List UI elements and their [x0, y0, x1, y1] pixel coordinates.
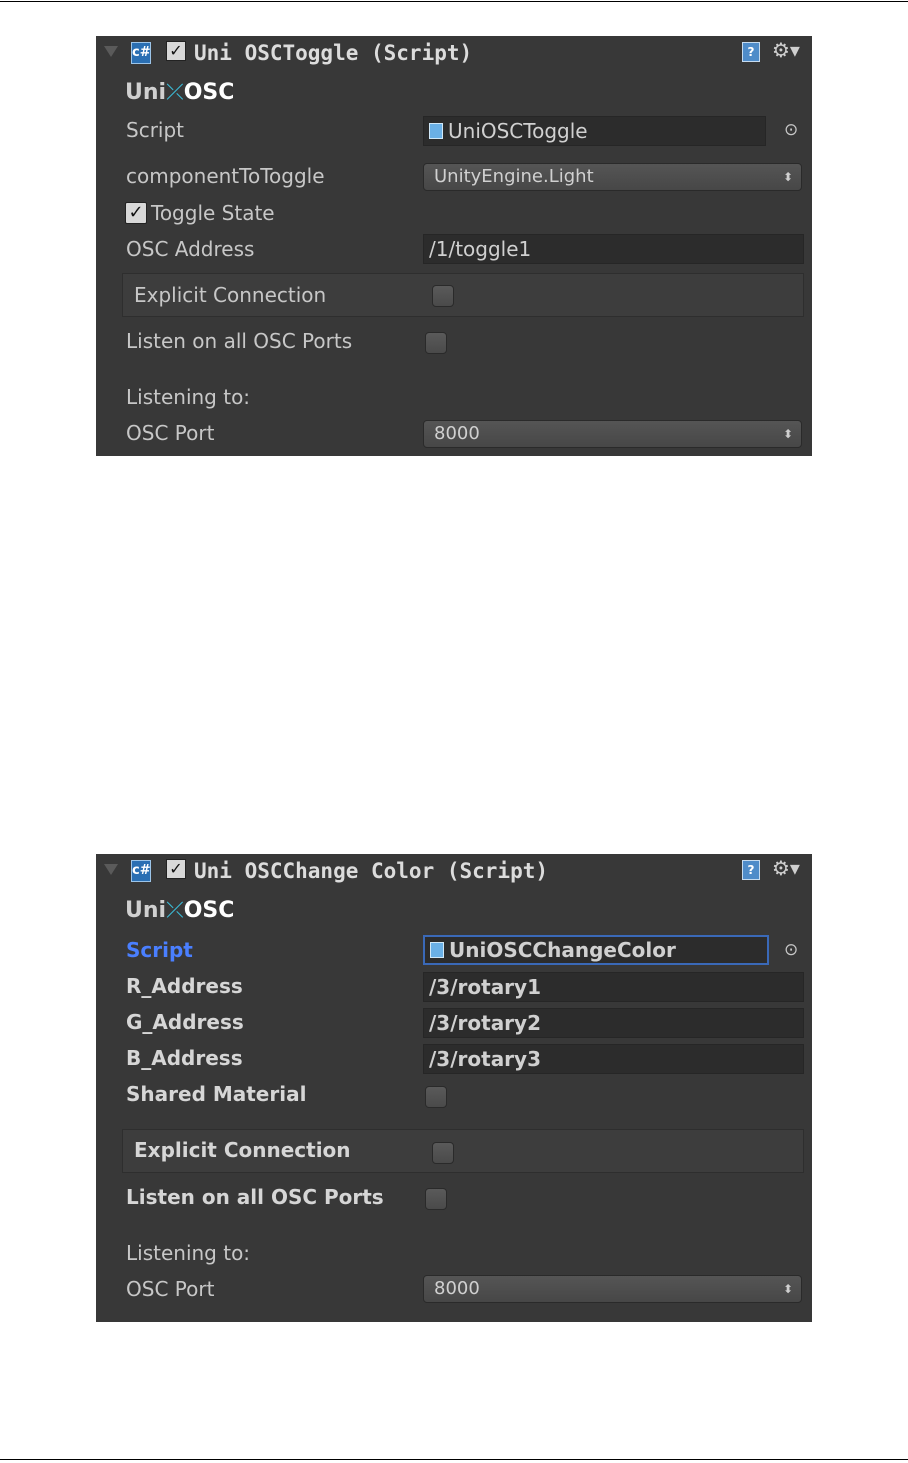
- explicit-connection-label: Explicit Connection: [134, 283, 327, 307]
- logo-uni-text: Uni: [125, 80, 167, 105]
- dropdown-arrows-icon: ⬍: [782, 1282, 793, 1296]
- script-label: Script: [126, 118, 185, 142]
- explicit-connection-checkbox[interactable]: [432, 285, 454, 307]
- logo-mark-icon: ⤫: [166, 898, 184, 923]
- listen-all-ports-label: Listen on all OSC Ports: [126, 329, 353, 353]
- foldout-arrow-icon[interactable]: [104, 46, 118, 57]
- component-header[interactable]: c# ✓ Uni OSCToggle (Script) ? ⚙▾: [96, 36, 812, 72]
- component-to-toggle-value: UnityEngine.Light: [434, 166, 594, 187]
- osc-port-label: OSC Port: [126, 1277, 215, 1301]
- object-picker-icon[interactable]: ⊙: [784, 117, 798, 143]
- listen-all-ports-checkbox[interactable]: [425, 1188, 447, 1210]
- listening-to-label: Listening to:: [126, 1241, 251, 1265]
- script-field-value: UniOSCChangeColor: [449, 938, 676, 962]
- osc-address-label: OSC Address: [126, 237, 255, 261]
- osc-port-value: 8000: [434, 423, 480, 444]
- osc-port-label: OSC Port: [126, 421, 215, 445]
- script-label: Script: [126, 938, 193, 962]
- inspector-panel-toggle: c# ✓ Uni OSCToggle (Script) ? ⚙▾ Uni⤫OSC…: [96, 36, 812, 456]
- top-page-rule: [0, 1, 908, 2]
- dropdown-arrows-icon: ⬍: [782, 427, 793, 441]
- gear-icon[interactable]: ⚙▾: [772, 38, 800, 62]
- component-enabled-checkbox[interactable]: ✓: [166, 859, 186, 879]
- component-enabled-checkbox[interactable]: ✓: [166, 41, 186, 61]
- script-field-value: UniOSCToggle: [448, 119, 588, 143]
- logo-osc-text: OSC: [183, 898, 235, 923]
- b-address-input[interactable]: /3/rotary3: [423, 1044, 804, 1074]
- osc-port-dropdown[interactable]: 8000 ⬍: [423, 1275, 802, 1303]
- script-field[interactable]: UniOSCToggle: [423, 116, 766, 146]
- logo-uni-text: Uni: [125, 898, 167, 923]
- component-to-toggle-label: componentToToggle: [126, 164, 325, 188]
- r-address-input[interactable]: /3/rotary1: [423, 972, 804, 1002]
- foldout-arrow-icon[interactable]: [104, 864, 118, 875]
- bottom-page-rule: [0, 1459, 908, 1460]
- script-asset-icon: [430, 942, 444, 958]
- toggle-state-label: Toggle State: [151, 201, 275, 225]
- gear-icon[interactable]: ⚙▾: [772, 856, 800, 880]
- toggle-state-checkbox[interactable]: ✓: [125, 202, 147, 224]
- inspector-panel-change-color: c# ✓ Uni OSCChange Color (Script) ? ⚙▾ U…: [96, 854, 812, 1322]
- g-address-label: G_Address: [126, 1010, 244, 1034]
- help-icon[interactable]: ?: [742, 860, 760, 880]
- b-address-label: B_Address: [126, 1046, 243, 1070]
- explicit-connection-label: Explicit Connection: [134, 1138, 351, 1162]
- unioosc-logo: Uni⤫OSC: [125, 79, 234, 107]
- script-asset-icon: [429, 123, 443, 139]
- g-address-input[interactable]: /3/rotary2: [423, 1008, 804, 1038]
- csharp-script-icon: c#: [131, 42, 151, 64]
- osc-port-dropdown[interactable]: 8000 ⬍: [423, 420, 802, 448]
- component-title: Uni OSCChange Color (Script): [194, 859, 549, 883]
- component-header[interactable]: c# ✓ Uni OSCChange Color (Script) ? ⚙▾: [96, 854, 812, 890]
- help-icon[interactable]: ?: [742, 42, 760, 62]
- explicit-connection-checkbox[interactable]: [432, 1142, 454, 1164]
- unioosc-logo: Uni⤫OSC: [125, 897, 234, 925]
- listening-to-label: Listening to:: [126, 385, 251, 409]
- shared-material-checkbox[interactable]: [425, 1086, 447, 1108]
- csharp-script-icon: c#: [131, 860, 151, 882]
- logo-osc-text: OSC: [183, 80, 235, 105]
- r-address-label: R_Address: [126, 974, 243, 998]
- logo-mark-icon: ⤫: [166, 80, 184, 105]
- listen-all-ports-label: Listen on all OSC Ports: [126, 1185, 384, 1209]
- component-to-toggle-dropdown[interactable]: UnityEngine.Light ⬍: [423, 163, 802, 191]
- component-title: Uni OSCToggle (Script): [194, 41, 473, 65]
- shared-material-label: Shared Material: [126, 1082, 307, 1106]
- listen-all-ports-checkbox[interactable]: [425, 332, 447, 354]
- script-field[interactable]: UniOSCChangeColor: [423, 935, 769, 965]
- osc-address-input[interactable]: /1/toggle1: [423, 234, 804, 264]
- osc-port-value: 8000: [434, 1278, 480, 1299]
- dropdown-arrows-icon: ⬍: [782, 170, 793, 184]
- object-picker-icon[interactable]: ⊙: [784, 937, 798, 963]
